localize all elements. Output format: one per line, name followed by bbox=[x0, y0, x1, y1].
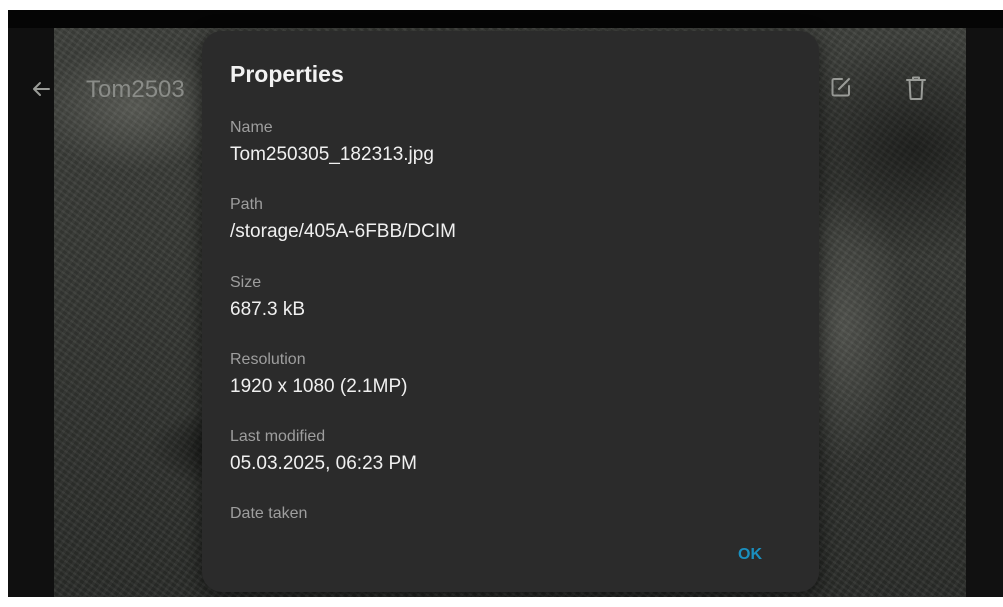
property-label: Last modified bbox=[230, 428, 326, 445]
property-last-modified: Last modified 05.03.2025, 06:23 PM bbox=[230, 427, 417, 476]
property-label: Date taken bbox=[230, 505, 308, 522]
property-name: Name Tom250305_182313.jpg bbox=[230, 118, 434, 167]
dialog-title: Properties bbox=[230, 61, 344, 87]
photo-edge-left bbox=[8, 28, 54, 597]
property-label: Resolution bbox=[230, 351, 306, 368]
property-value: 687.3 kB bbox=[230, 299, 305, 320]
photo-title: Tom2503 bbox=[86, 76, 185, 103]
property-label: Size bbox=[230, 274, 262, 291]
property-date-taken: Date taken bbox=[230, 504, 307, 529]
property-label: Name bbox=[230, 119, 273, 136]
back-button[interactable] bbox=[30, 78, 52, 100]
arrow-left-icon bbox=[33, 82, 50, 96]
screen: Tom2503 Properties Name Tom250305_182313… bbox=[8, 10, 1003, 597]
property-value: /storage/405A-6FBB/DCIM bbox=[230, 221, 456, 242]
photo-edge-right bbox=[966, 28, 1003, 597]
property-label: Path bbox=[230, 196, 263, 213]
properties-dialog: Properties Name Tom250305_182313.jpg Pat… bbox=[202, 31, 819, 592]
property-size: Size 687.3 kB bbox=[230, 273, 305, 322]
edit-icon bbox=[831, 78, 850, 97]
property-value: Tom250305_182313.jpg bbox=[230, 144, 434, 165]
property-resolution: Resolution 1920 x 1080 (2.1MP) bbox=[230, 350, 407, 399]
property-value: 05.03.2025, 06:23 PM bbox=[230, 453, 417, 474]
delete-button[interactable] bbox=[903, 74, 929, 102]
edit-button[interactable] bbox=[828, 74, 854, 100]
trash-icon bbox=[906, 76, 926, 100]
property-path: Path /storage/405A-6FBB/DCIM bbox=[230, 195, 456, 244]
ok-button[interactable]: OK bbox=[734, 544, 766, 566]
property-value: 1920 x 1080 (2.1MP) bbox=[230, 376, 408, 397]
